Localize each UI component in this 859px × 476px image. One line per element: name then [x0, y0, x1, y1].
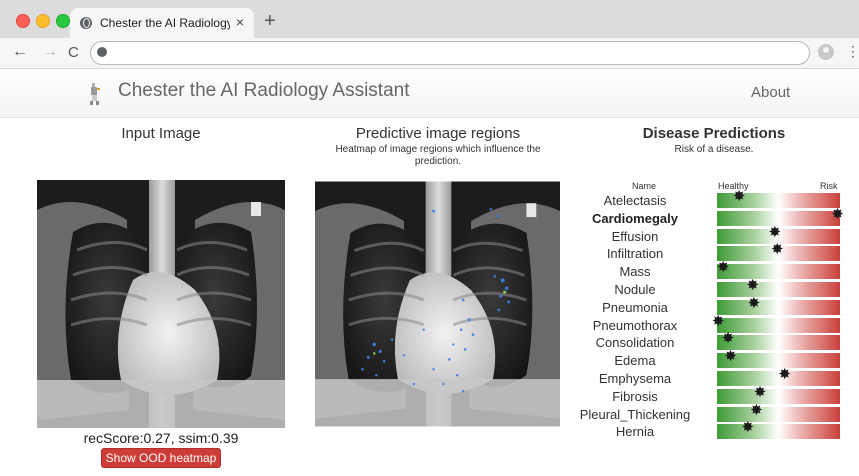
app-navbar: Chester the AI Radiology Assistant About	[0, 69, 859, 118]
heatmap-xray-image	[315, 181, 560, 427]
new-tab-button[interactable]: +	[264, 10, 276, 33]
disease-name: Pneumothorax	[592, 317, 678, 333]
back-button[interactable]: ←	[12, 43, 28, 61]
prediction-row: Mass ✸	[560, 259, 859, 281]
app-brand-title[interactable]: Chester the AI Radiology Assistant	[118, 80, 410, 102]
risk-marker-icon: ✸	[732, 187, 746, 205]
risk-marker-icon: ✸	[770, 240, 784, 259]
disease-name: Mass	[619, 264, 651, 280]
robot-logo-icon	[90, 83, 100, 105]
risk-marker-icon: ✸	[716, 258, 730, 277]
disease-name: Pleural_Thickening	[579, 406, 691, 422]
disease-name: Emphysema	[598, 371, 672, 386]
risk-gradient-bar: ✸	[717, 295, 840, 315]
risk-gradient-bar: ✸	[712, 313, 840, 333]
risk-marker-icon: ✸	[831, 204, 844, 223]
disease-name: Effusion	[611, 228, 659, 244]
column-header-risk: Risk	[820, 181, 838, 191]
prediction-row: Hernia ✸	[560, 419, 859, 441]
prediction-row: Effusion ✸	[560, 224, 859, 246]
prediction-row: Edema ✸	[560, 348, 859, 370]
prediction-row: Pleural_Thickening ✸	[560, 402, 859, 424]
prediction-row: Infiltration ✸	[560, 241, 859, 263]
risk-gradient-bar: ✸	[717, 241, 840, 262]
column-header-name: Name	[632, 181, 657, 191]
predictive-regions-subtitle: Heatmap of image regions which influence…	[335, 144, 541, 167]
rec-score-text: recScore:0.27, ssim:0.39	[83, 430, 239, 446]
disease-name: Hernia	[615, 424, 655, 440]
show-ood-heatmap-button[interactable]: Show OOD heatmap	[101, 448, 221, 468]
prediction-row: Consolidation ✸	[560, 330, 859, 352]
disease-name: Consolidation	[595, 335, 675, 351]
disease-name: Cardiomegaly	[592, 210, 678, 226]
tab-title: Chester the AI Radiology Assis	[100, 16, 230, 30]
prediction-row: Atelectasis ✸	[560, 188, 859, 210]
risk-marker-icon: ✸	[778, 365, 791, 383]
disease-name: Fibrosis	[612, 388, 658, 404]
risk-gradient-bar: ✸	[717, 419, 840, 440]
prediction-row: Pneumonia ✸	[560, 295, 859, 317]
globe-icon	[97, 47, 107, 57]
risk-marker-icon: ✸	[741, 418, 755, 437]
browser-tab[interactable]: Chester the AI Radiology Assis ×	[70, 8, 254, 38]
predictive-regions-title: Predictive image regions	[355, 125, 521, 142]
risk-gradient-bar: ✸	[717, 402, 840, 422]
risk-gradient-bar: ✸	[717, 188, 840, 208]
prediction-row: Cardiomegaly ✸	[560, 206, 859, 228]
disease-predictions-title: Disease Predictions	[642, 125, 786, 142]
risk-marker-icon: ✸	[750, 400, 763, 419]
about-link[interactable]: About	[751, 84, 790, 101]
disease-predictions-subtitle: Risk of a disease.	[674, 144, 754, 155]
risk-marker-icon: ✸	[711, 311, 725, 330]
window-close-button[interactable]	[16, 14, 30, 28]
forward-button[interactable]: →	[42, 43, 58, 61]
risk-marker-icon: ✸	[724, 347, 737, 366]
tab-close-icon[interactable]: ×	[236, 14, 244, 30]
address-bar[interactable]	[90, 41, 810, 65]
risk-gradient-bar: ✸	[717, 259, 840, 280]
reload-button[interactable]: C	[68, 44, 79, 61]
window-zoom-button[interactable]	[56, 14, 70, 28]
browser-toolbar: ← → C ⋮	[0, 38, 859, 69]
risk-gradient-bar: ✸	[717, 366, 840, 386]
risk-marker-icon: ✸	[747, 293, 761, 312]
risk-gradient-bar: ✸	[717, 277, 840, 297]
risk-marker-icon: ✸	[721, 329, 735, 348]
risk-marker-icon: ✸	[768, 222, 782, 241]
profile-avatar-icon[interactable]	[818, 44, 834, 60]
prediction-row: Emphysema ✸	[560, 366, 859, 388]
prediction-row: Fibrosis ✸	[560, 384, 859, 406]
disease-name: Pneumonia	[602, 299, 668, 315]
input-image-title: Input Image	[121, 125, 201, 142]
risk-marker-icon: ✸	[746, 276, 759, 294]
window-minimize-button[interactable]	[36, 14, 50, 28]
disease-name: Atelectasis	[603, 193, 667, 208]
browser-menu-icon[interactable]: ⋮	[846, 43, 859, 60]
risk-marker-icon: ✸	[753, 382, 767, 401]
risk-gradient-bar: ✸	[717, 384, 840, 404]
input-xray-image	[37, 180, 285, 428]
disease-name: Edema	[614, 353, 656, 369]
disease-name: Nodule	[614, 282, 656, 297]
disease-name: Infiltration	[606, 246, 664, 262]
globe-icon	[80, 17, 92, 29]
browser-tab-strip: Chester the AI Radiology Assis × +	[0, 0, 859, 38]
prediction-row: Pneumothorax ✸	[560, 313, 859, 335]
prediction-row: Nodule ✸	[560, 277, 859, 299]
